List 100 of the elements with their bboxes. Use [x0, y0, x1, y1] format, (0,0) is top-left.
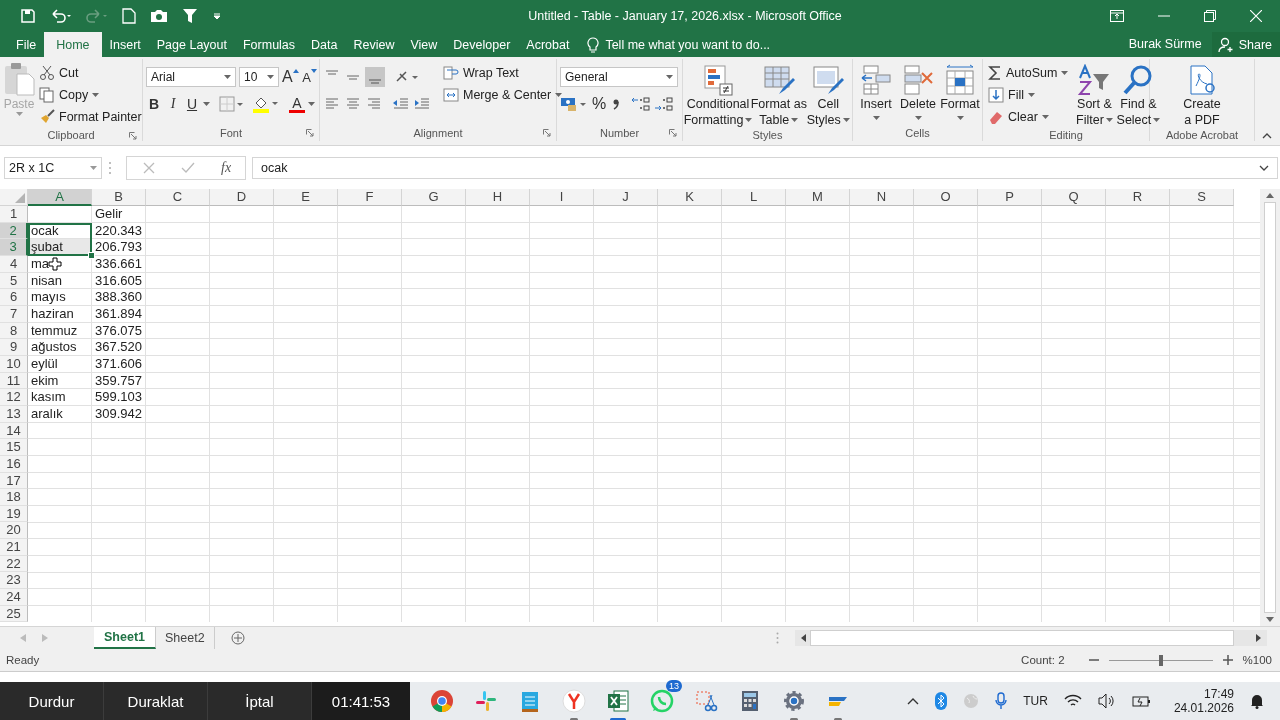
chevron-up-icon[interactable]	[907, 697, 920, 705]
horizontal-scrollbar[interactable]	[794, 630, 1267, 646]
expand-icon[interactable]	[1259, 164, 1269, 171]
column-header[interactable]: K	[658, 189, 722, 206]
whatsapp-icon[interactable]	[650, 689, 674, 713]
save-icon[interactable]	[20, 8, 36, 24]
formula-input[interactable]: ocak	[252, 156, 1278, 179]
filter-icon[interactable]	[182, 8, 198, 24]
name-box[interactable]: 2R x 1C	[4, 156, 102, 179]
scroll-right-icon[interactable]	[1255, 634, 1261, 642]
percent-button[interactable]: %	[591, 94, 607, 114]
underline-button[interactable]: U	[184, 94, 200, 114]
column-header[interactable]: C	[146, 189, 210, 206]
clock-date[interactable]: 24.01.2026	[1173, 701, 1234, 715]
column-header[interactable]: N	[850, 189, 914, 206]
new-file-icon[interactable]	[122, 8, 136, 24]
share-button[interactable]: Share	[1211, 32, 1280, 57]
settings-icon[interactable]	[782, 689, 806, 713]
speaker-icon[interactable]	[1097, 693, 1116, 709]
dialog-launcher-icon[interactable]	[669, 129, 677, 137]
collapse-ribbon-icon[interactable]	[1262, 133, 1272, 139]
column-header[interactable]: B	[92, 189, 146, 206]
merge-center-button[interactable]: Merge & Center	[441, 84, 565, 106]
column-header[interactable]: L	[722, 189, 786, 206]
currency-icon[interactable]	[560, 95, 588, 113]
menu-tab[interactable]: Developer	[445, 32, 519, 57]
scrollbar-thumb[interactable]	[1264, 202, 1276, 613]
column-header[interactable]: P	[978, 189, 1042, 206]
fill-color-icon[interactable]	[252, 95, 278, 113]
menu-tab[interactable]: Home	[44, 32, 102, 57]
wifi-icon[interactable]	[1063, 694, 1082, 708]
column-header[interactable]: M	[786, 189, 850, 206]
split-handle-icon[interactable]	[775, 632, 779, 644]
menu-tab[interactable]: Review	[345, 32, 403, 57]
zoom-in-icon[interactable]	[1222, 655, 1233, 665]
fill-handle[interactable]	[88, 251, 95, 259]
grow-font-button[interactable]: A	[282, 67, 299, 87]
menu-tab[interactable]: Page Layout	[148, 32, 235, 57]
row-header[interactable]: 18	[0, 489, 28, 506]
column-header[interactable]: D	[210, 189, 274, 206]
scroll-down-icon[interactable]	[1266, 617, 1274, 622]
chrome-icon[interactable]	[430, 689, 454, 713]
row-header[interactable]: 1	[0, 206, 28, 223]
cell-styles-button[interactable]: Cell Styles	[807, 62, 849, 128]
dialog-launcher-icon[interactable]	[129, 132, 137, 140]
number-format-dropdown[interactable]: General	[560, 67, 678, 87]
font-name-dropdown[interactable]: Arial	[146, 67, 236, 87]
cut-button[interactable]: Cut	[37, 62, 144, 84]
copy-button[interactable]: Copy	[37, 84, 144, 106]
zoom-slider-thumb[interactable]	[1158, 654, 1163, 666]
bold-button[interactable]: B	[146, 94, 162, 114]
slack-icon[interactable]	[474, 689, 498, 713]
column-header[interactable]: G	[402, 189, 466, 206]
row-header[interactable]: 9	[0, 339, 28, 356]
add-sheet-icon[interactable]	[230, 631, 245, 645]
snipping-tool-icon[interactable]	[694, 689, 718, 713]
column-header[interactable]: R	[1106, 189, 1170, 206]
scroll-left-icon[interactable]	[800, 634, 806, 642]
zoom-level[interactable]: %100	[1242, 654, 1272, 666]
row-header[interactable]: 20	[0, 522, 28, 540]
italic-button[interactable]: I	[165, 94, 181, 114]
column-header[interactable]: F	[338, 189, 402, 206]
find-button[interactable]: Find & Select	[1118, 62, 1159, 128]
notification-bell-icon[interactable]	[1250, 693, 1264, 709]
bluetooth-icon[interactable]	[935, 692, 948, 710]
increase-decimal-icon[interactable]	[631, 95, 651, 113]
menu-tab[interactable]: Insert	[101, 32, 149, 57]
row-header[interactable]: 6	[0, 289, 28, 306]
checkmark-icon[interactable]	[181, 161, 195, 174]
row-header[interactable]: 21	[0, 539, 28, 556]
restore-icon[interactable]	[1204, 10, 1216, 22]
insert-button[interactable]: Insert	[856, 62, 896, 125]
menu-tab[interactable]: Acrobat	[518, 32, 578, 57]
menu-tab[interactable]: Data	[303, 32, 346, 57]
yandex-browser-icon[interactable]	[562, 689, 586, 713]
format-painter-button[interactable]: Format Painter	[37, 106, 144, 128]
scroll-up-icon[interactable]	[1266, 193, 1274, 198]
column-header[interactable]: Q	[1042, 189, 1106, 206]
sheet-tab[interactable]: Sheet1	[94, 627, 156, 649]
clear-button[interactable]: Clear	[986, 106, 1071, 128]
fill-button[interactable]: Fill	[986, 84, 1071, 106]
camera-icon[interactable]	[150, 8, 168, 24]
tell-me-field[interactable]: Tell me what you want to do...	[603, 36, 828, 53]
font-size-dropdown[interactable]: 10	[239, 67, 279, 87]
recorder-button[interactable]: Durdur	[0, 682, 104, 720]
battery-icon[interactable]	[1131, 694, 1152, 708]
menu-tab[interactable]: Formulas	[234, 32, 304, 57]
row-header[interactable]: 3	[0, 239, 28, 256]
row-header[interactable]: 23	[0, 572, 28, 590]
row-header[interactable]: 24	[0, 589, 28, 606]
column-header[interactable]: S	[1170, 189, 1234, 206]
column-header[interactable]: A	[28, 189, 92, 206]
decrease-decimal-icon[interactable]	[654, 95, 674, 113]
conditional-button[interactable]: Conditional Formatting	[686, 62, 751, 128]
column-header[interactable]: H	[466, 189, 530, 206]
column-header[interactable]: J	[594, 189, 658, 206]
column-header[interactable]: E	[274, 189, 338, 206]
font-color-button[interactable]: A	[289, 95, 305, 113]
pdf-button[interactable]: Create a PDF	[1181, 62, 1223, 128]
autosum-button[interactable]: AutoSum	[986, 62, 1071, 84]
